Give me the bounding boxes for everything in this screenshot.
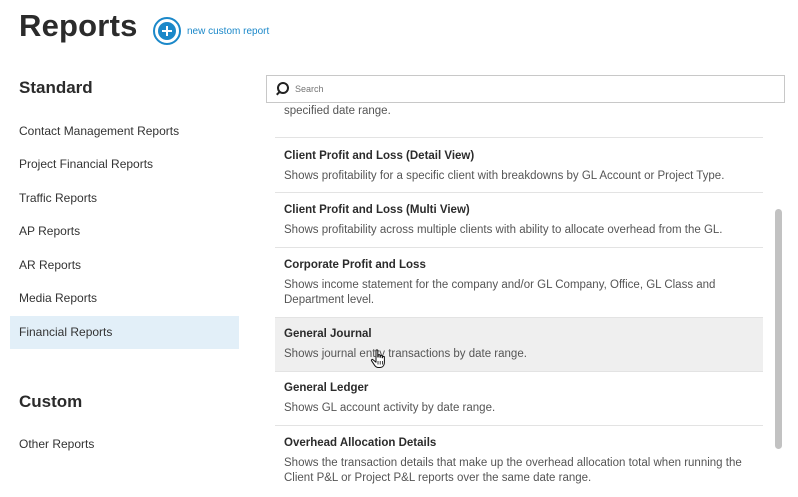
new-custom-report-button[interactable]: new custom report: [153, 17, 269, 45]
report-title: Client Profit and Loss (Detail View): [284, 150, 475, 162]
sidebar-item-other-reports[interactable]: Other Reports: [10, 428, 239, 461]
report-description: specified date range.: [284, 105, 391, 117]
report-description: Shows journal entry transactions by date…: [284, 348, 527, 360]
plus-circle-icon[interactable]: [153, 17, 181, 45]
sidebar-item-traffic-reports[interactable]: Traffic Reports: [10, 182, 239, 215]
report-row-client-profit-loss-multi[interactable]: Client Profit and Loss (Multi View) Show…: [275, 193, 763, 248]
search-icon: [275, 82, 289, 96]
sidebar-item-media-reports[interactable]: Media Reports: [10, 282, 239, 315]
report-row-partial[interactable]: specified date range.: [275, 104, 763, 138]
report-list: specified date range. Client Profit and …: [275, 104, 763, 497]
report-title: Corporate Profit and Loss: [284, 259, 426, 271]
report-title: Overhead Allocation Details: [284, 437, 437, 449]
sidebar-item-financial-reports[interactable]: Financial Reports: [10, 316, 239, 349]
report-description: Shows profitability for a specific clien…: [284, 170, 725, 182]
report-row-overhead-allocation-details[interactable]: Overhead Allocation Details Shows the tr…: [275, 426, 763, 497]
reports-page: Reports new custom report Standard Conta…: [0, 0, 798, 497]
report-description: Shows the transaction details that make …: [284, 457, 742, 484]
report-title: General Journal: [284, 328, 372, 340]
report-row-general-ledger[interactable]: General Ledger Shows GL account activity…: [275, 372, 763, 426]
search-box[interactable]: [266, 75, 785, 103]
report-description: Shows income statement for the company a…: [284, 279, 716, 306]
report-title: Client Profit and Loss (Multi View): [284, 204, 470, 216]
new-custom-report-label[interactable]: new custom report: [187, 26, 269, 37]
search-input[interactable]: [295, 84, 775, 94]
hand-pointer-icon: [370, 349, 385, 368]
report-title: General Ledger: [284, 382, 369, 394]
custom-heading: Custom: [19, 392, 83, 411]
report-description: Shows GL account activity by date range.: [284, 402, 496, 414]
page-title: Reports: [19, 8, 138, 43]
sidebar-item-ap-reports[interactable]: AP Reports: [10, 215, 239, 248]
report-row-client-profit-loss-detail[interactable]: Client Profit and Loss (Detail View) Sho…: [275, 138, 763, 193]
report-description: Shows profitability across multiple clie…: [284, 224, 723, 236]
sidebar-item-contact-management-reports[interactable]: Contact Management Reports: [10, 115, 239, 148]
report-list-scrollbar[interactable]: [772, 104, 784, 497]
scrollbar-thumb[interactable]: [775, 209, 782, 449]
report-row-corporate-profit-loss[interactable]: Corporate Profit and Loss Shows income s…: [275, 248, 763, 318]
sidebar-item-project-financial-reports[interactable]: Project Financial Reports: [10, 148, 239, 181]
report-row-general-journal[interactable]: General Journal Shows journal entry tran…: [275, 318, 763, 372]
sidebar-item-ar-reports[interactable]: AR Reports: [10, 249, 239, 282]
standard-heading: Standard: [19, 78, 93, 97]
